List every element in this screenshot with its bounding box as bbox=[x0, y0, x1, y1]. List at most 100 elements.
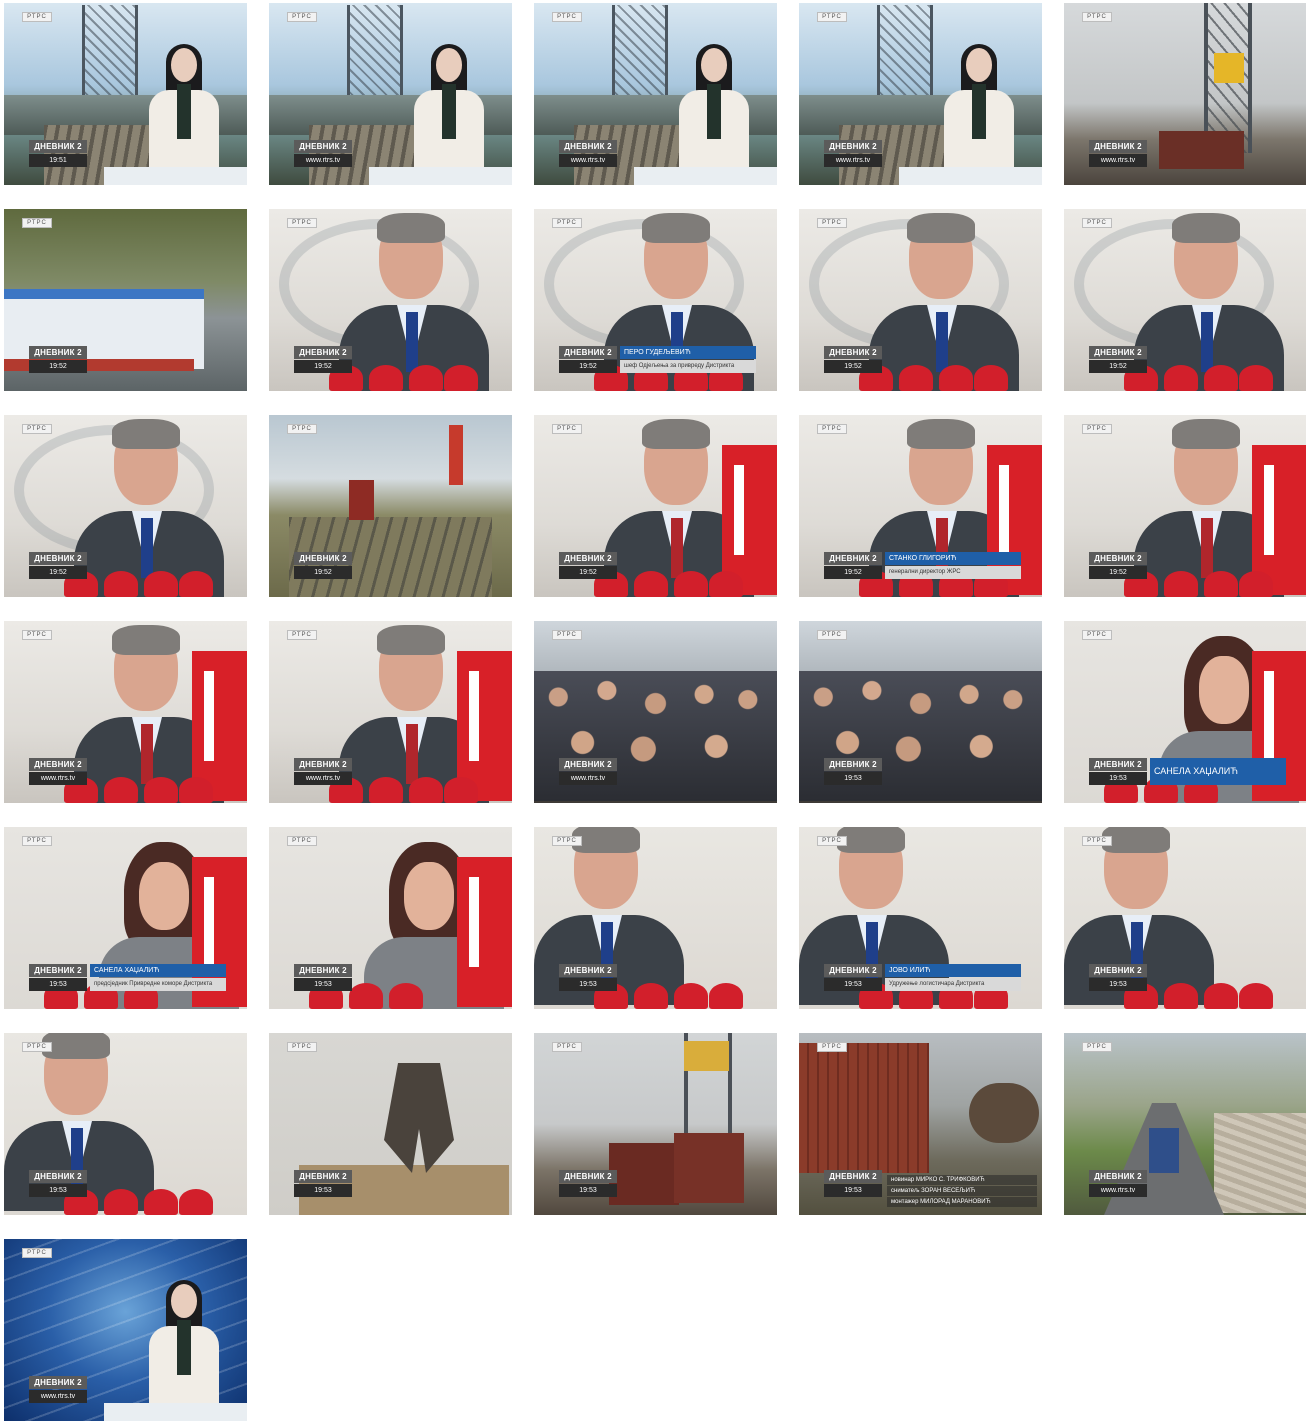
video-thumbnail[interactable]: РТРС ДНЕВНИК 2 19:52 bbox=[4, 415, 247, 597]
channel-logo: РТРС bbox=[817, 424, 847, 434]
show-label: ДНЕВНИК 2 bbox=[1089, 1170, 1147, 1183]
channel-logo: РТРС bbox=[1082, 836, 1112, 846]
time-label: www.rtrs.tv bbox=[559, 154, 617, 167]
video-thumbnail[interactable]: РТРС ДНЕВНИК 2 www.rtrs.tv bbox=[269, 621, 512, 803]
video-thumbnail[interactable]: РТРС ДНЕВНИК 2 19:53 bbox=[269, 827, 512, 1009]
video-thumbnail[interactable]: РТРС ДНЕВНИК 2 www.rtrs.tv bbox=[534, 3, 777, 185]
video-thumbnail[interactable]: РТРС ДНЕВНИК 2 19:52 bbox=[269, 415, 512, 597]
video-thumbnail[interactable]: РТРС ДНЕВНИК 2 www.rtrs.tv bbox=[4, 1239, 247, 1421]
news-anchor bbox=[144, 44, 224, 185]
microphone bbox=[709, 571, 743, 597]
channel-logo: РТРС bbox=[287, 836, 317, 846]
show-label: ДНЕВНИК 2 bbox=[29, 1170, 87, 1183]
video-thumbnail[interactable]: РТРС ДНЕВНИК 2 19:52 bbox=[1064, 415, 1306, 597]
necktie bbox=[671, 518, 683, 578]
microphone bbox=[349, 983, 383, 1009]
video-thumbnail[interactable]: РТРС ДНЕВНИК 2 19:53 bbox=[1064, 827, 1306, 1009]
channel-logo: РТРС bbox=[22, 836, 52, 846]
microphone bbox=[974, 365, 1008, 391]
video-thumbnail[interactable]: РТРС ДНЕВНИК 2 19:53 bbox=[4, 1033, 247, 1215]
video-thumbnail[interactable]: РТРС ДНЕВНИК 2 www.rtrs.tv bbox=[1064, 3, 1306, 185]
stone-embankment bbox=[1214, 1113, 1306, 1213]
time-label: www.rtrs.tv bbox=[29, 772, 87, 785]
hair bbox=[377, 625, 445, 655]
video-thumbnail[interactable]: РТРС ДНЕВНИК 2 19:52 ПЕРО ГУДЕЉЕВИЋ шеф Одје… bbox=[534, 209, 777, 391]
video-thumbnail[interactable]: РТРС ДНЕВНИК 2 www.rtrs.tv bbox=[269, 3, 512, 185]
microphone bbox=[634, 571, 668, 597]
video-thumbnail[interactable]: РТРС ДНЕВНИК 2 www.rtrs.tv bbox=[534, 621, 777, 803]
show-label: ДНЕВНИК 2 bbox=[559, 1170, 617, 1183]
video-thumbnail[interactable]: РТРС ДНЕВНИК 2 19:52 bbox=[534, 415, 777, 597]
channel-logo: РТРС bbox=[817, 1042, 847, 1052]
time-label: 19:53 bbox=[824, 1184, 882, 1197]
news-desk bbox=[634, 167, 777, 185]
show-label: ДНЕВНИК 2 bbox=[1089, 758, 1147, 771]
lower-third: САНЕЛА ХАЏАЛИЋ предсједник Привредне комо… bbox=[90, 964, 226, 991]
time-label: 19:53 bbox=[1089, 978, 1147, 991]
hair bbox=[1102, 827, 1170, 853]
video-thumbnail[interactable]: РТРС ДНЕВНИК 2 19:53 новинар МИРКО С. ТРИФК… bbox=[799, 1033, 1042, 1215]
video-thumbnail[interactable]: РТРС ДНЕВНИК 2 19:52 bbox=[4, 209, 247, 391]
microphone bbox=[1164, 571, 1198, 597]
credit-line: монтажер МИЛОРАД МАРАНОВИЋ bbox=[887, 1197, 1037, 1207]
hair bbox=[572, 827, 640, 853]
time-label: 19:52 bbox=[824, 566, 882, 579]
channel-logo: РТРС bbox=[552, 218, 582, 228]
show-label: ДНЕВНИК 2 bbox=[294, 140, 352, 153]
microphone bbox=[444, 365, 478, 391]
microphone bbox=[104, 777, 138, 803]
news-desk bbox=[104, 1403, 247, 1421]
time-label: 19:53 bbox=[294, 1184, 352, 1197]
anchor-face bbox=[701, 48, 727, 82]
channel-logo: РТРС bbox=[817, 218, 847, 228]
time-label: 19:52 bbox=[294, 566, 352, 579]
video-thumbnail[interactable]: РТРС ДНЕВНИК 2 19:53 ЈОВО ИЛИЋ Удружење логи… bbox=[799, 827, 1042, 1009]
microphone bbox=[369, 365, 403, 391]
video-thumbnail[interactable]: РТРС ДНЕВНИК 2 19:52 СТАНКО ГЛИГОРИЋ генерал… bbox=[799, 415, 1042, 597]
necktie bbox=[141, 724, 153, 784]
necktie bbox=[406, 312, 418, 372]
microphone bbox=[1239, 983, 1273, 1009]
video-thumbnail[interactable]: РТРС ДНЕВНИК 2 19:52 bbox=[1064, 209, 1306, 391]
crane-cabin bbox=[1214, 53, 1244, 83]
lower-third: СТАНКО ГЛИГОРИЋ генерални директор ЖРС bbox=[885, 552, 1021, 579]
video-thumbnail[interactable]: РТРС ДНЕВНИК 2 19:53 bbox=[534, 1033, 777, 1215]
microphone bbox=[104, 571, 138, 597]
video-thumbnail[interactable]: РТРС ДНЕВНИК 2 19:53 САНЕЛА ХАЏАЛИЋ предсјед… bbox=[4, 827, 247, 1009]
show-label: ДНЕВНИК 2 bbox=[1089, 552, 1147, 565]
video-thumbnail[interactable]: РТРС ДНЕВНИК 2 19:53 bbox=[534, 827, 777, 1009]
video-thumbnail[interactable]: РТРС ДНЕВНИК 2 19:51 bbox=[4, 3, 247, 185]
speaker-name: СТАНКО ГЛИГОРИЋ bbox=[885, 552, 1021, 565]
time-label: 19:53 bbox=[824, 772, 882, 785]
video-thumbnail[interactable]: РТРС ДНЕВНИК 2 19:52 bbox=[799, 209, 1042, 391]
show-label: ДНЕВНИК 2 bbox=[29, 1376, 87, 1389]
microphone bbox=[104, 1189, 138, 1215]
video-thumbnail[interactable]: РТРС ДНЕВНИК 2 19:53 bbox=[269, 1033, 512, 1215]
speaker-role: предсједник Привредне коморе Дистрикта bbox=[90, 978, 226, 991]
microphone bbox=[409, 777, 443, 803]
news-anchor bbox=[939, 44, 1019, 185]
channel-logo: РТРС bbox=[1082, 630, 1112, 640]
channel-logo: РТРС bbox=[817, 836, 847, 846]
freight-wagon bbox=[609, 1143, 679, 1205]
microphone bbox=[444, 777, 478, 803]
microphone bbox=[179, 1189, 213, 1215]
hair bbox=[642, 213, 710, 243]
time-label: 19:53 bbox=[29, 978, 87, 991]
channel-logo: РТРС bbox=[287, 12, 317, 22]
lower-third: ЈОВО ИЛИЋ Удружење логистичара Дистрикта bbox=[885, 964, 1021, 991]
anchor-face bbox=[966, 48, 992, 82]
video-thumbnail[interactable]: РТРС ДНЕВНИК 2 19:52 bbox=[269, 209, 512, 391]
face bbox=[404, 862, 454, 930]
microphone bbox=[389, 983, 423, 1009]
microphone bbox=[179, 777, 213, 803]
video-thumbnail[interactable]: РТРС ДНЕВНИК 2 www.rtrs.tv bbox=[799, 3, 1042, 185]
video-thumbnail[interactable]: РТРС ДНЕВНИК 2 19:53 bbox=[799, 621, 1042, 803]
time-label: 19:52 bbox=[559, 360, 617, 373]
video-thumbnail[interactable]: РТРС ДНЕВНИК 2 www.rtrs.tv bbox=[4, 621, 247, 803]
video-thumbnail[interactable]: РТРС ДНЕВНИК 2 19:53 САНЕЛА ХАЏАЛИЋ bbox=[1064, 621, 1306, 803]
video-thumbnail[interactable]: РТРС ДНЕВНИК 2 www.rtrs.tv bbox=[1064, 1033, 1306, 1215]
channel-logo: РТРС bbox=[287, 630, 317, 640]
face bbox=[139, 862, 189, 930]
channel-logo: РТРС bbox=[552, 630, 582, 640]
